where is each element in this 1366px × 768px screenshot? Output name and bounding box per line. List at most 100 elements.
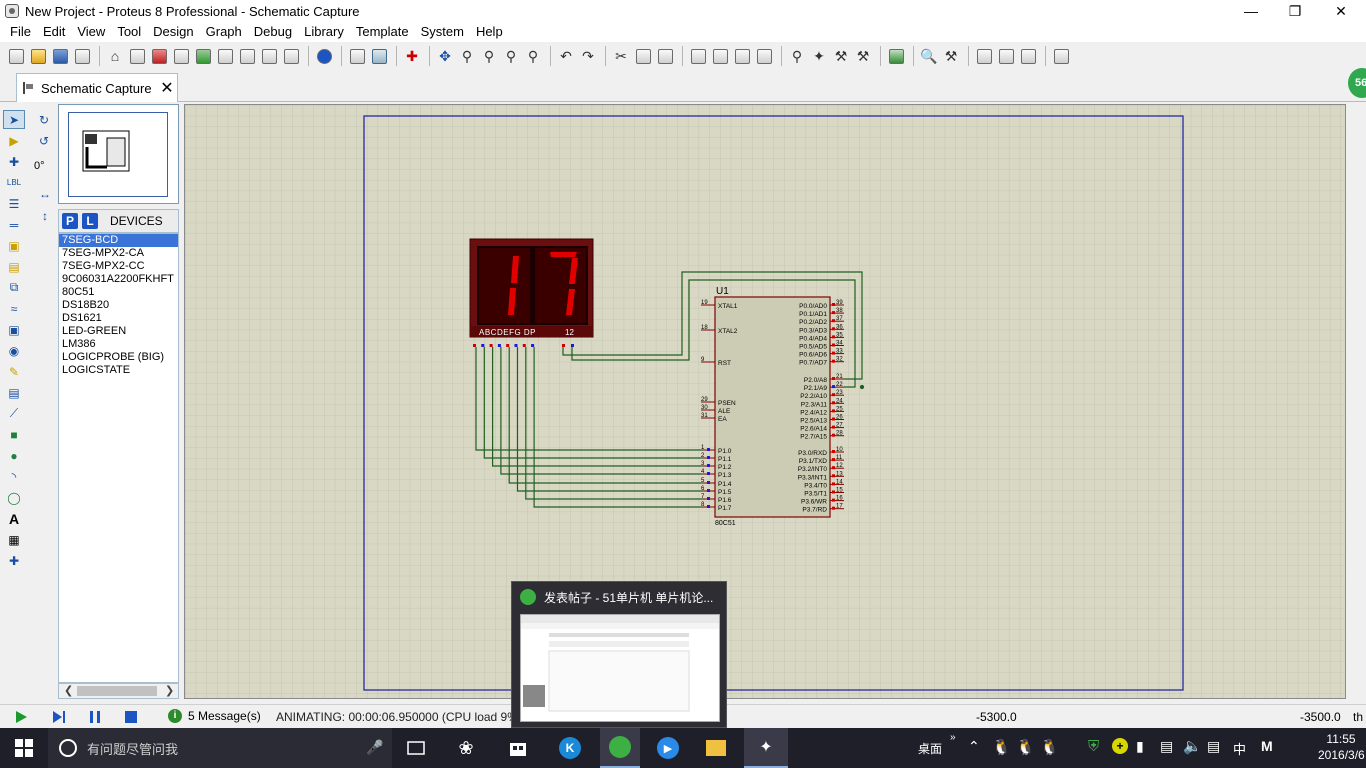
desktop-toolbar[interactable]: 桌面 [918, 740, 942, 757]
device-list-scrollbar[interactable]: ❮ ❯ [58, 683, 179, 699]
device-item[interactable]: LED-GREEN [59, 325, 178, 338]
device-item[interactable]: LOGICPROBE (BIG) [59, 351, 178, 364]
save-icon[interactable] [50, 46, 70, 66]
plus-tray-icon[interactable]: + [1112, 738, 1128, 754]
qq-icon-2[interactable]: 🐧 [1016, 738, 1035, 756]
menu-edit[interactable]: Edit [37, 22, 71, 42]
buses-icon[interactable]: ═ [3, 215, 25, 234]
qq-icon-1[interactable]: 🐧 [992, 738, 1011, 756]
menu-file[interactable]: File [4, 22, 37, 42]
pick-device-icon[interactable]: ⚲ [787, 46, 807, 66]
block-rotate-icon[interactable] [732, 46, 752, 66]
notes-icon[interactable] [281, 46, 301, 66]
close-tab-icon[interactable]: ✕ [157, 78, 177, 98]
component-mode-icon[interactable]: ▶ [3, 131, 25, 150]
pcb-icon[interactable] [149, 46, 169, 66]
gerber-icon[interactable] [171, 46, 191, 66]
selection-mode-icon[interactable]: ➤ [3, 110, 25, 129]
menu-debug[interactable]: Debug [248, 22, 298, 42]
device-item[interactable]: 7SEG-MPX2-CC [59, 260, 178, 273]
3d-viewer-icon[interactable] [193, 46, 213, 66]
microcontroller-u1[interactable]: U1 80C51 19 XTAL118 XTAL29 RST29 PSEN30 ALE31… [701, 286, 844, 527]
copy-icon[interactable] [633, 46, 653, 66]
microphone-icon[interactable]: 🎤 [366, 739, 383, 756]
netlist-icon[interactable] [1051, 46, 1071, 66]
tray-overflow-icon[interactable]: ⌃ [968, 738, 980, 755]
menu-system[interactable]: System [415, 22, 470, 42]
redo-icon[interactable]: ↷ [578, 46, 598, 66]
seven-segment-display[interactable]: ABCDEFG DP 12 [469, 238, 594, 338]
mirror-x-icon[interactable]: ↔ [34, 184, 56, 203]
messages-indicator[interactable]: i 5 Message(s) [168, 709, 261, 723]
wire-autorouter-icon[interactable] [886, 46, 906, 66]
rotation-angle[interactable]: 0° [34, 160, 45, 172]
path-icon[interactable]: ◯ [3, 488, 25, 507]
ime-indicator[interactable]: 中 [1233, 739, 1246, 758]
system-clock[interactable]: 11:55 2016/3/6 [1318, 731, 1365, 763]
refresh-icon[interactable] [347, 46, 367, 66]
network-icon[interactable]: ▤ [1160, 738, 1173, 755]
qq-icon-3[interactable]: 🐧 [1040, 738, 1059, 756]
play-button[interactable] [12, 708, 30, 726]
task-view-icon[interactable] [398, 728, 434, 768]
zoom-out-icon[interactable]: ⚲ [479, 46, 499, 66]
source-code-icon[interactable] [237, 46, 257, 66]
menu-help[interactable]: Help [470, 22, 509, 42]
zoom-all-icon[interactable]: ⚲ [501, 46, 521, 66]
menu-view[interactable]: View [71, 22, 111, 42]
device-pins-icon[interactable]: ⧉ [3, 278, 25, 297]
device-item[interactable]: 7SEG-BCD [59, 234, 178, 247]
library-manager-button[interactable]: L [82, 213, 98, 229]
device-item[interactable]: LOGICSTATE [59, 364, 178, 377]
volume-icon[interactable]: 🔈 [1183, 737, 1202, 755]
proteus-taskbar-icon[interactable]: ✦ [744, 728, 788, 768]
grid-toggle-icon[interactable] [369, 46, 389, 66]
start-button[interactable] [0, 728, 48, 768]
virtual-instruments-icon[interactable]: ▤ [3, 383, 25, 402]
overview-window[interactable] [68, 112, 168, 197]
help-icon[interactable] [314, 46, 334, 66]
exit-to-parent-icon[interactable] [1018, 46, 1038, 66]
block-copy-icon[interactable] [688, 46, 708, 66]
box-icon[interactable]: ■ [3, 425, 25, 444]
circle-icon[interactable]: ● [3, 446, 25, 465]
toolbar-expand-icon[interactable]: » [950, 732, 956, 743]
k-app-icon[interactable]: K [552, 728, 588, 768]
schematic-icon[interactable] [127, 46, 147, 66]
mirror-y-icon[interactable]: ↕ [34, 206, 56, 225]
device-item[interactable]: 9C06031A2200FKHFT [59, 273, 178, 286]
menu-design[interactable]: Design [147, 22, 199, 42]
graph-mode-icon[interactable]: ≈ [3, 299, 25, 318]
device-item[interactable]: 7SEG-MPX2-CA [59, 247, 178, 260]
tape-recorder-icon[interactable]: ▣ [3, 320, 25, 339]
pan-icon[interactable]: ✥ [435, 46, 455, 66]
schematic-canvas[interactable]: ABCDEFG DP 12 U1 80C51 19 XTAL1 18 XTAL2 9 RS… [184, 104, 1346, 699]
menu-tool[interactable]: Tool [111, 22, 147, 42]
property-assignment-icon[interactable]: ⚒ [941, 46, 961, 66]
line-icon[interactable]: ⟋ [3, 404, 25, 423]
import-icon[interactable] [72, 46, 92, 66]
zoom-area-icon[interactable]: ⚲ [523, 46, 543, 66]
action-center-icon[interactable]: ▤ [1207, 738, 1220, 755]
voltage-probe-icon[interactable]: ✎ [3, 362, 25, 381]
cut-icon[interactable]: ✂ [611, 46, 631, 66]
rotate-clockwise-icon[interactable]: ↻ [33, 110, 55, 129]
device-item[interactable]: 80C51 [59, 286, 178, 299]
store-icon[interactable] [500, 728, 536, 768]
text-script-icon[interactable]: ☰ [3, 194, 25, 213]
undo-icon[interactable]: ↶ [556, 46, 576, 66]
stop-button[interactable] [122, 708, 140, 726]
subcircuit-icon[interactable]: ▣ [3, 236, 25, 255]
proteus-app-icon[interactable] [5, 4, 19, 18]
menu-template[interactable]: Template [350, 22, 415, 42]
generator-icon[interactable]: ◉ [3, 341, 25, 360]
origin-icon[interactable]: ✚ [402, 46, 422, 66]
scroll-right-icon[interactable]: ❯ [165, 684, 174, 698]
step-button[interactable] [50, 708, 68, 726]
browser-icon[interactable] [600, 728, 640, 768]
rotate-anticlockwise-icon[interactable]: ↺ [33, 131, 55, 150]
open-folder-icon[interactable] [28, 46, 48, 66]
device-item[interactable]: DS1621 [59, 312, 178, 325]
bom-icon[interactable] [215, 46, 235, 66]
junction-dot-icon[interactable]: ✚ [3, 152, 25, 171]
